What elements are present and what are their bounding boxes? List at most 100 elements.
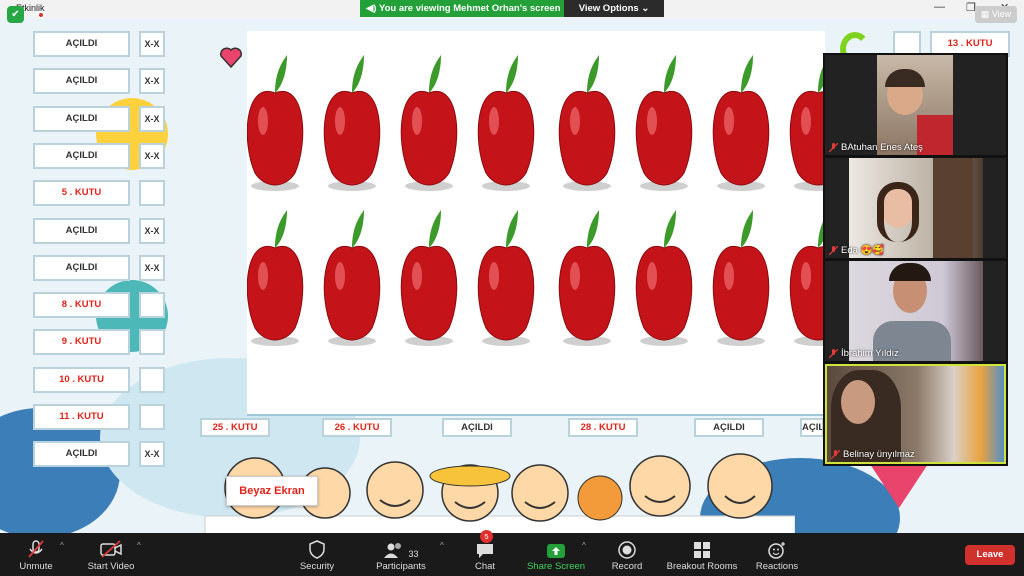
mark-cell[interactable]: X-X [139,68,165,95]
box-cell[interactable]: 28 . KUTU [568,418,638,437]
caret-up-icon[interactable]: ^ [60,541,64,550]
participant-name: Belinay ünyılmaz [843,449,915,460]
share-screen-label: Share Screen [526,561,586,572]
opened-cell[interactable]: AÇILDI [33,105,130,132]
box-cell[interactable]: 26 . KUTU [322,418,392,437]
apple-board [246,31,847,416]
mark-cell[interactable]: X-X [139,31,165,57]
participant-name-label: Belinay ünyılmaz [830,449,915,460]
people-icon: 33 [370,533,432,559]
grid-icon [664,533,740,559]
leave-button[interactable]: Leave [965,545,1015,565]
chat-label: Chat [474,561,496,572]
apple [323,210,381,346]
opened-cell[interactable]: AÇILDI [33,68,130,95]
sharing-banner-text: You are viewing Mehmet Orhan's screen [378,3,561,14]
mark-cell[interactable] [139,404,165,430]
mark-cell[interactable]: X-X [139,217,165,244]
participants-label: Participants [376,561,426,572]
participant-name: İbrahim Yıldız [841,348,899,359]
opened-cell[interactable]: AÇILDI [33,217,130,244]
shield-check-icon[interactable]: ✔ [7,6,24,23]
smiley-plus-icon [752,533,802,559]
apple [789,55,847,191]
unmute-button[interactable]: Unmute [10,533,62,576]
view-button-label: View [991,9,1012,19]
record-icon [606,533,648,559]
box-cell[interactable]: 10 . KUTU [33,366,130,393]
video-off-icon [80,533,142,559]
apple [246,210,304,346]
participant-name: Eda 😍🥰 [841,245,885,256]
participant-name: BAtuhan Enes Ateş [841,142,923,153]
apple [635,55,693,191]
box-cell[interactable]: 25 . KUTU [200,418,270,437]
participant-video [849,261,983,361]
apple [323,55,381,191]
apple [712,210,770,346]
share-screen-button[interactable]: Share Screen [524,533,588,576]
sharing-banner: ◀) You are viewing Mehmet Orhan's screen [360,0,564,17]
chat-icon: 5 [468,530,502,559]
minimize-icon[interactable]: — [934,1,945,13]
view-button[interactable]: ▦ View [975,6,1017,23]
record-label: Record [611,561,643,572]
opened-cell[interactable]: AÇILDI [442,418,512,437]
opened-cell[interactable]: AÇILDI [694,418,764,437]
participant-tile[interactable]: Eda 😍🥰 [825,158,1006,258]
box-cell[interactable]: 11 . KUTU [33,404,130,430]
view-options-label: View Options [578,3,639,14]
participant-tile[interactable]: İbrahim Yıldız [825,261,1006,361]
reactions-label: Reactions [755,561,799,572]
security-button[interactable]: Security [294,533,340,576]
chat-button[interactable]: 5 Chat [468,530,502,576]
unmute-label: Unmute [19,561,53,572]
participant-gallery: BAtuhan Enes Ateş Eda 😍🥰 İbrahim Yıldız [823,53,1008,466]
mic-off-icon [828,348,839,359]
start-video-label: Start Video [87,561,135,572]
mic-off-icon [10,533,62,559]
beyaz-ekran-button[interactable]: Beyaz Ekran [226,476,318,506]
chevron-down-icon: ⌄ [641,3,650,14]
mark-cell[interactable]: X-X [139,105,165,132]
box-cell[interactable]: 9 . KUTU [33,329,130,356]
opened-cell[interactable]: AÇILDI [33,254,130,281]
mark-cell[interactable]: X-X [139,441,165,468]
mark-cell[interactable]: X-X [139,142,165,169]
participants-button[interactable]: 33 Participants [370,533,432,576]
box-cell[interactable]: 5 . KUTU [33,180,130,207]
meeting-toolbar: Unmute ^ Start Video ^ Security 33 Parti… [0,530,1024,576]
mark-cell[interactable]: X-X [139,254,165,281]
reactions-button[interactable]: Reactions [752,533,802,576]
caret-up-icon[interactable]: ^ [137,541,141,550]
participants-count: 33 [408,549,419,559]
caret-up-icon[interactable]: ^ [440,541,444,550]
opened-cell[interactable]: AÇIL [800,418,824,437]
mic-off-icon [828,245,839,256]
heart-icon [218,44,244,70]
opened-cell[interactable]: AÇILDI [33,142,130,169]
caret-up-icon[interactable]: ^ [582,541,586,550]
view-options-button[interactable]: View Options ⌄ [564,0,664,17]
participant-video [877,55,953,155]
apple [558,55,616,191]
mark-cell[interactable] [139,329,165,356]
participant-tile-active[interactable]: Belinay ünyılmaz [825,364,1006,464]
start-video-button[interactable]: Start Video [80,533,142,576]
breakout-rooms-button[interactable]: Breakout Rooms [664,533,740,576]
apple [477,55,535,191]
mark-cell[interactable] [139,180,165,207]
mark-cell[interactable] [139,292,165,319]
breakout-rooms-label: Breakout Rooms [666,561,738,572]
participant-tile[interactable]: BAtuhan Enes Ateş [825,55,1006,155]
participant-video [849,158,983,258]
mark-cell[interactable] [139,366,165,393]
record-button[interactable]: Record [606,533,648,576]
mic-off-icon [828,142,839,153]
apple [400,55,458,191]
opened-cell[interactable]: AÇILDI [33,441,130,468]
apple [477,210,535,346]
box-cell[interactable]: 8 . KUTU [33,292,130,319]
opened-cell[interactable]: AÇILDI [33,31,130,57]
apple [400,210,458,346]
